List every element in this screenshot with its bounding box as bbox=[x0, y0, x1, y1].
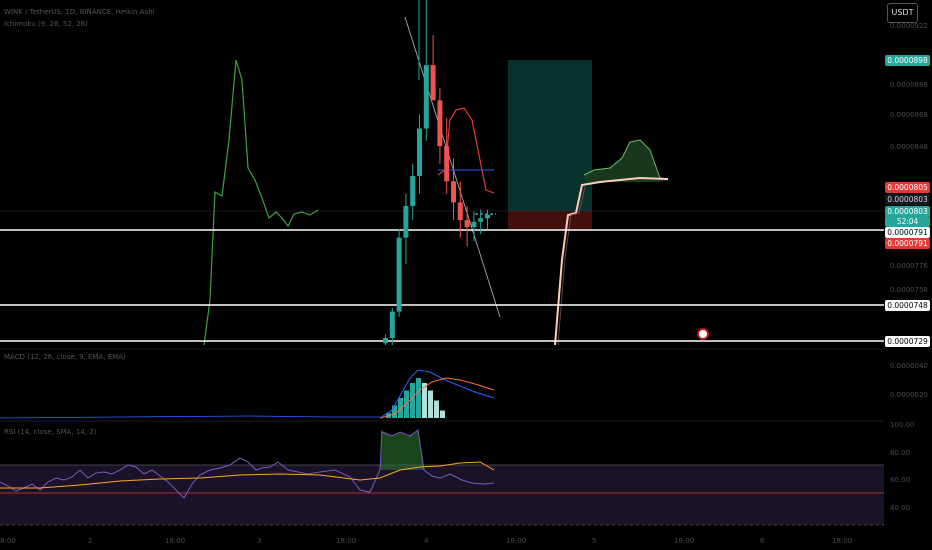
price-tick-label: 0.0000886 bbox=[890, 81, 928, 89]
macd-legend: MACD (12, 26, close, 9, EMA, EMA) bbox=[4, 353, 126, 361]
loss-zone[interactable] bbox=[508, 211, 592, 229]
rsi-tick-label: 80.00 bbox=[890, 449, 910, 457]
rsi-legend: RSI (14, close, SMA, 14, 2) bbox=[4, 428, 97, 436]
macd-tick-label: 0.0000040 bbox=[890, 362, 928, 370]
macd-bar bbox=[416, 378, 421, 418]
time-tick-label: 6 bbox=[760, 537, 765, 545]
macd-histogram bbox=[386, 378, 445, 418]
ichimoku-lagging-span bbox=[203, 59, 319, 346]
candle-body bbox=[383, 337, 388, 344]
candle-body bbox=[485, 214, 490, 219]
candle-body bbox=[457, 202, 463, 221]
time-tick-label: 4 bbox=[424, 537, 429, 545]
candle-body bbox=[478, 218, 484, 222]
time-tick-label: 2 bbox=[88, 537, 92, 545]
symbol-legend: WINK / TetherUS, 1D, BINANCE, Heikin Ash… bbox=[4, 8, 155, 16]
time-tick-label: 18:00 bbox=[165, 537, 185, 545]
currency-button[interactable]: USDT bbox=[887, 3, 918, 23]
rsi-band bbox=[0, 465, 884, 525]
time-tick-label: 18:00 bbox=[832, 537, 852, 545]
time-tick-label: 3 bbox=[257, 537, 261, 545]
candle-body bbox=[396, 237, 402, 312]
rsi-tick-label: 40.00 bbox=[890, 504, 910, 512]
price-label-0803-dark: 0.0000803 bbox=[885, 194, 930, 205]
price-tick-label: 0.0000922 bbox=[890, 22, 928, 30]
time-tick-label: 5 bbox=[592, 537, 596, 545]
rsi-axis[interactable]: 100.00 80.00 60.00 40.00 bbox=[890, 421, 915, 512]
candle-body bbox=[430, 65, 436, 101]
price-label-0898: 0.0000898 bbox=[885, 55, 930, 66]
macd-bar bbox=[392, 405, 397, 418]
candle-body bbox=[437, 100, 443, 147]
time-tick-label: 18:00 bbox=[506, 537, 526, 545]
macd-bar bbox=[440, 410, 445, 418]
price-label-0729: 0.0000729 bbox=[885, 336, 930, 347]
macd-bar bbox=[428, 390, 433, 418]
macd-tick-label: 0.0000020 bbox=[890, 391, 928, 399]
ichimoku-legend: Ichimoku (9, 26, 52, 26) bbox=[4, 20, 88, 28]
macd-bar bbox=[410, 383, 415, 418]
price-tick-label: 0.0000848 bbox=[890, 143, 928, 151]
candle-body bbox=[464, 220, 470, 228]
price-label-0805: 0.0000805 bbox=[885, 182, 930, 193]
profit-zone[interactable] bbox=[508, 60, 592, 211]
candle-body bbox=[471, 221, 477, 228]
chart-screen: 0.0000922 0.0000886 0.0000868 0.0000848 0.00… bbox=[0, 0, 932, 550]
macd-baseline bbox=[0, 415, 380, 419]
rsi-tick-label: 100.00 bbox=[890, 421, 915, 429]
macd-bar bbox=[398, 398, 403, 418]
candle-body bbox=[417, 128, 422, 177]
price-tick-label: 0.0000758 bbox=[890, 286, 928, 294]
price-tick-label: 0.0000868 bbox=[890, 111, 928, 119]
macd-axis[interactable]: 0.0000040 0.0000020 bbox=[890, 362, 928, 399]
candle-body bbox=[444, 146, 450, 182]
rsi-tick-label: 60.00 bbox=[890, 476, 910, 484]
alert-icon[interactable] bbox=[697, 328, 709, 340]
candle-body bbox=[389, 311, 395, 338]
price-label-0748: 0.0000748 bbox=[885, 300, 930, 311]
candles bbox=[383, 0, 490, 345]
candle-body bbox=[410, 176, 416, 206]
time-tick-label: 8:00 bbox=[0, 537, 16, 545]
candle-body bbox=[451, 181, 456, 203]
candle-body bbox=[403, 205, 409, 238]
price-label-0791-white: 0.0000791 bbox=[885, 227, 930, 238]
rsi-overbought-fill bbox=[380, 430, 424, 470]
time-axis[interactable]: 8:00 2 18:00 3 18:00 4 18:00 5 18:00 6 18:00 bbox=[0, 537, 852, 545]
candle-body bbox=[423, 65, 429, 129]
countdown-label: 52:04 bbox=[885, 216, 930, 227]
macd-bar bbox=[434, 400, 439, 418]
time-tick-label: 18:00 bbox=[336, 537, 356, 545]
price-label-0791-red: 0.0000791 bbox=[885, 238, 930, 249]
time-tick-label: 18:00 bbox=[674, 537, 694, 545]
price-tick-label: 0.0000776 bbox=[890, 262, 928, 270]
chart-canvas[interactable]: 0.0000922 0.0000886 0.0000868 0.0000848 0.00… bbox=[0, 0, 932, 550]
